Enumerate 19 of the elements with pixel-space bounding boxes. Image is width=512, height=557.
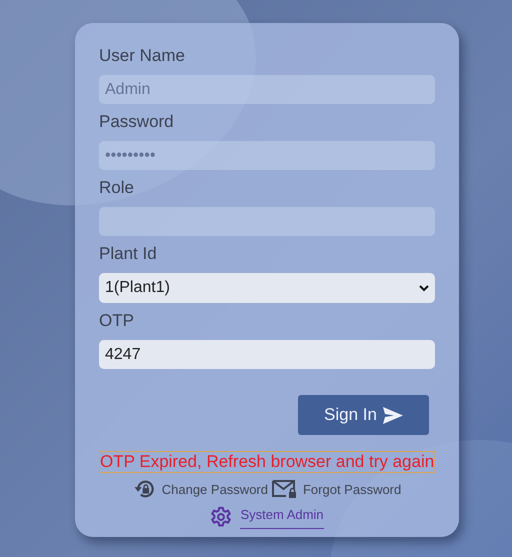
error-message: OTP Expired, Refresh browser and try again	[99, 451, 435, 473]
input-field[interactable]: Admin	[99, 75, 435, 104]
text-link[interactable]: Change Password	[132, 479, 268, 499]
field-label: Role	[99, 177, 135, 199]
send-icon	[382, 406, 403, 424]
system-admin-link[interactable]: System Admin	[240, 505, 324, 529]
sign-in-button[interactable]: Sign In	[298, 395, 429, 435]
input-field[interactable]: 4247	[99, 340, 435, 369]
chevron-down-icon	[419, 284, 429, 292]
plant-select[interactable]: 1(Plant1)	[99, 273, 435, 303]
password-field[interactable]: •••••••••	[99, 141, 435, 170]
text-link[interactable]: Forgot Password	[272, 479, 402, 499]
field-label: OTP	[99, 310, 135, 332]
field-label: User Name	[99, 45, 186, 67]
history-lock-icon	[132, 479, 156, 499]
mail-lock-icon	[272, 479, 297, 499]
field-label: Plant Id	[99, 243, 158, 265]
settings-icon	[210, 506, 232, 528]
field-label: Password	[99, 111, 175, 133]
